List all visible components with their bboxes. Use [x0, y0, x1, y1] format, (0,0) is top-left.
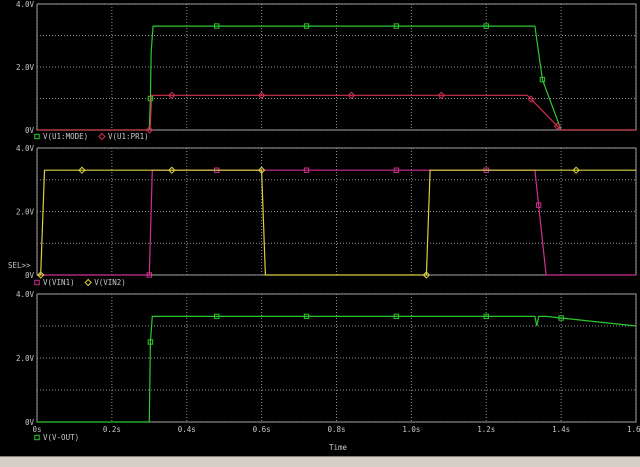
x-tick-label: 0.4s	[178, 425, 196, 434]
oscilloscope-plot[interactable]: 0V 2.0V 4.0V V(U1:MODE) V(U1:PR1) 0V 2.0V 4.0V S…	[0, 0, 640, 456]
y-tick-label-top: 4.0V	[16, 0, 35, 9]
y-tick-label-top: 0V	[25, 126, 35, 135]
x-tick-label: 0.2s	[103, 425, 121, 434]
x-tick-label: 1.2s	[477, 425, 495, 434]
y-tick-label-middle: 2.0V	[16, 208, 35, 217]
legend-marker-V(VIN1)	[34, 279, 40, 286]
y-tick-label-bottom: 4.0V	[16, 290, 35, 299]
legend-marker-V(VIN2)	[84, 278, 92, 287]
x-tick-label: 0.6s	[253, 425, 271, 434]
x-tick-label: 1.4s	[552, 425, 570, 434]
y-tick-label-middle: 4.0V	[16, 144, 35, 153]
x-tick-label: 0.8s	[327, 425, 345, 434]
legend-marker-V(U1:MODE)	[34, 133, 40, 140]
status-bar	[0, 456, 640, 467]
legend-entry-V(U1:PR1)[interactable]: V(U1:PR1)	[108, 132, 149, 141]
y-tick-label-top: 2.0V	[16, 63, 35, 72]
x-tick-label: 1.0s	[402, 425, 420, 434]
x-axis-label: Time	[329, 443, 348, 452]
legend-entry-V(V-OUT)[interactable]: V(V-OUT)	[43, 433, 79, 442]
legend-entry-V(U1:MODE)[interactable]: V(U1:MODE)	[43, 132, 88, 141]
legend-marker-V(V-OUT)	[34, 434, 40, 441]
y-tick-label-middle: 0V	[25, 271, 35, 280]
y-tick-label-bottom: 2.0V	[16, 354, 35, 363]
legend-marker-V(U1:PR1)	[98, 132, 106, 141]
x-tick-label: 1.6s	[627, 425, 640, 434]
legend-entry-V(VIN1)[interactable]: V(VIN1)	[43, 278, 75, 287]
legend-entry-V(VIN2)[interactable]: V(VIN2)	[94, 278, 126, 287]
sel-label: SEL>>	[8, 261, 31, 270]
x-tick-label: 0s	[32, 425, 41, 434]
